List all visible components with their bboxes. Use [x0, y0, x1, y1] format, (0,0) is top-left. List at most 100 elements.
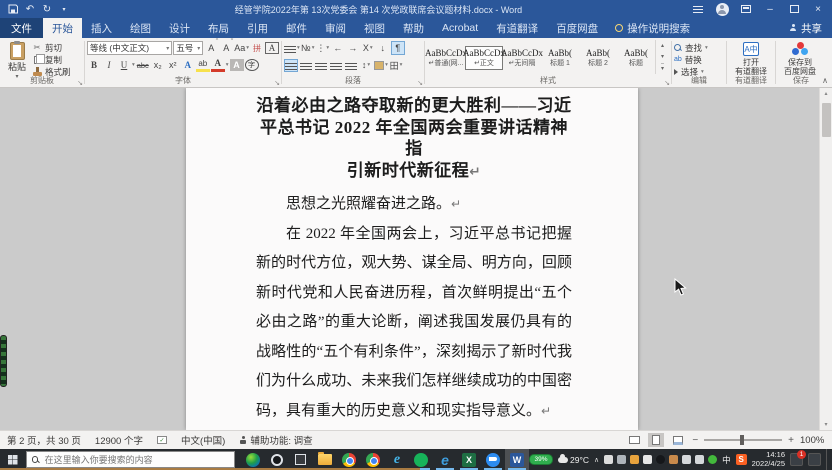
360-browser-icon[interactable] [241, 449, 265, 470]
word-count[interactable]: 12900 个字 [88, 433, 150, 447]
cortana-icon[interactable] [265, 449, 289, 470]
ie-icon[interactable]: e [385, 449, 409, 470]
decrease-indent-icon[interactable]: ← [331, 41, 345, 55]
style-scroll-down-icon[interactable]: ▾ [661, 53, 664, 60]
grow-font-icon[interactable]: A [204, 41, 218, 55]
multilevel-list-icon[interactable]: ⋮▾ [316, 41, 330, 55]
hidden-icons-chevron[interactable]: ∧ [594, 456, 599, 464]
page-info[interactable]: 第 2 页，共 30 页 [0, 433, 88, 447]
scroll-down-icon[interactable]: ▾ [824, 419, 827, 430]
share-button[interactable]: 共享 [779, 18, 832, 38]
tab-引用[interactable]: 引用 [238, 18, 277, 38]
distribute-icon[interactable] [344, 59, 358, 72]
character-border-icon[interactable]: A [265, 41, 279, 55]
save-icon[interactable] [8, 3, 18, 15]
accessibility-status[interactable]: 辅助功能: 调查 [232, 433, 319, 447]
display-cast-icon[interactable] [617, 455, 626, 464]
style-scroll-up-icon[interactable]: ▴ [661, 42, 664, 49]
tab-开始[interactable]: 开始 [43, 18, 82, 38]
notification-icon-1[interactable]: 1 [790, 453, 803, 466]
replace-button[interactable]: ab替换 [674, 54, 724, 65]
edge-icon[interactable]: e [433, 449, 457, 470]
tab-百度网盘[interactable]: 百度网盘 [547, 18, 607, 38]
superscript-icon[interactable]: x² [166, 58, 180, 72]
dingtalk-icon[interactable] [481, 449, 505, 470]
chrome-icon[interactable] [337, 449, 361, 470]
clipboard-dialog-launcher-icon[interactable]: ↘ [77, 79, 83, 87]
taskbar-clock[interactable]: 14:16 2022/4/25 [752, 451, 785, 468]
presence-icon[interactable] [688, 1, 708, 17]
character-shading-icon[interactable]: A [230, 58, 244, 72]
italic-icon[interactable]: I [102, 58, 116, 72]
antivirus-icon[interactable] [708, 455, 717, 464]
tab-Acrobat[interactable]: Acrobat [433, 18, 487, 38]
wallet-icon[interactable] [669, 455, 678, 464]
tab-设计[interactable]: 设计 [160, 18, 199, 38]
taskbar-search-input[interactable] [43, 454, 229, 466]
proofing-status[interactable]: ✓ [150, 436, 174, 444]
style-card[interactable]: AaBbCcDx↵无间隔 [503, 46, 541, 70]
align-right-icon[interactable] [314, 59, 328, 72]
shrink-font-icon[interactable]: A [219, 41, 233, 55]
font-dialog-launcher-icon[interactable]: ↘ [274, 79, 280, 87]
start-button[interactable] [0, 449, 26, 470]
bullets-icon[interactable]: ▾ [284, 41, 300, 55]
show-formatting-marks-icon[interactable]: ¶ [391, 41, 405, 55]
battery-indicator[interactable]: 39% [529, 454, 553, 465]
text-effects-icon[interactable]: A [181, 58, 195, 72]
microphone-icon[interactable] [604, 455, 613, 464]
style-gallery-more-icon[interactable]: ▾ [661, 63, 664, 72]
undo-icon[interactable]: ↶ [25, 3, 35, 15]
close-icon[interactable]: × [808, 1, 828, 17]
paragraph-dialog-launcher-icon[interactable]: ↘ [417, 79, 423, 87]
change-case-icon[interactable]: Aa▾ [234, 41, 249, 55]
tab-视图[interactable]: 视图 [355, 18, 394, 38]
sogou-input-icon[interactable]: S [736, 454, 747, 465]
ribbon-display-options-icon[interactable] [736, 1, 756, 17]
minimize-icon[interactable]: – [760, 1, 780, 17]
borders-icon[interactable]: 田▾ [389, 58, 403, 72]
user-avatar[interactable] [712, 1, 732, 17]
font-color-icon[interactable]: A [211, 58, 225, 72]
strikethrough-icon[interactable]: abc [136, 58, 150, 72]
tab-布局[interactable]: 布局 [199, 18, 238, 38]
file-explorer-icon[interactable] [313, 449, 337, 470]
task-view-icon[interactable] [289, 449, 313, 470]
shading-icon[interactable]: ▾ [374, 58, 388, 72]
restore-icon[interactable] [784, 1, 804, 17]
home-icon[interactable] [643, 455, 652, 464]
phonetic-guide-icon[interactable]: 拼 [250, 41, 264, 55]
read-mode-button[interactable] [626, 433, 642, 447]
tab-file[interactable]: 文件 [0, 18, 43, 38]
tab-绘图[interactable]: 绘图 [121, 18, 160, 38]
font-size-combo[interactable]: 五号▾ [173, 41, 203, 55]
cut-button[interactable]: ✂剪切 [32, 42, 71, 53]
align-center-icon[interactable] [299, 59, 313, 72]
style-card[interactable]: AaBb(标题 2 [579, 46, 617, 70]
find-button[interactable]: 查找▾ [674, 42, 724, 53]
tell-me-search[interactable]: 操作说明搜索 [607, 18, 698, 38]
qat-customize-icon[interactable]: ▾ [59, 3, 69, 15]
open-youdao-button[interactable]: A中 打开 有道翻译 [729, 40, 773, 76]
justify-icon[interactable] [329, 59, 343, 72]
ime-indicator[interactable]: 中 [722, 454, 731, 466]
scrollbar-thumb[interactable] [822, 103, 831, 137]
green-app-icon[interactable] [409, 449, 433, 470]
numbering-icon[interactable]: №▾ [301, 41, 315, 55]
vertical-scrollbar[interactable]: ▴ ▾ [819, 88, 832, 430]
sort-icon[interactable]: ↓ [376, 41, 390, 55]
chrome-icon-2[interactable] [361, 449, 385, 470]
styles-dialog-launcher-icon[interactable]: ↘ [664, 79, 670, 87]
zoom-in-icon[interactable]: + [788, 435, 794, 446]
show-desktop-button[interactable] [826, 449, 830, 470]
web-layout-button[interactable] [670, 433, 686, 447]
photos-icon[interactable] [630, 455, 639, 464]
zoom-level[interactable]: 100% [800, 435, 826, 446]
zoom-slider[interactable] [704, 439, 782, 441]
copy-button[interactable]: 复制 [32, 54, 71, 65]
zoom-slider-thumb[interactable] [740, 435, 744, 445]
weather-indicator[interactable]: 29°C [558, 455, 589, 465]
subscript-icon[interactable]: x₂ [151, 58, 165, 72]
asian-layout-icon[interactable]: X▾ [361, 41, 375, 55]
text-highlight-icon[interactable]: ab [196, 58, 210, 72]
